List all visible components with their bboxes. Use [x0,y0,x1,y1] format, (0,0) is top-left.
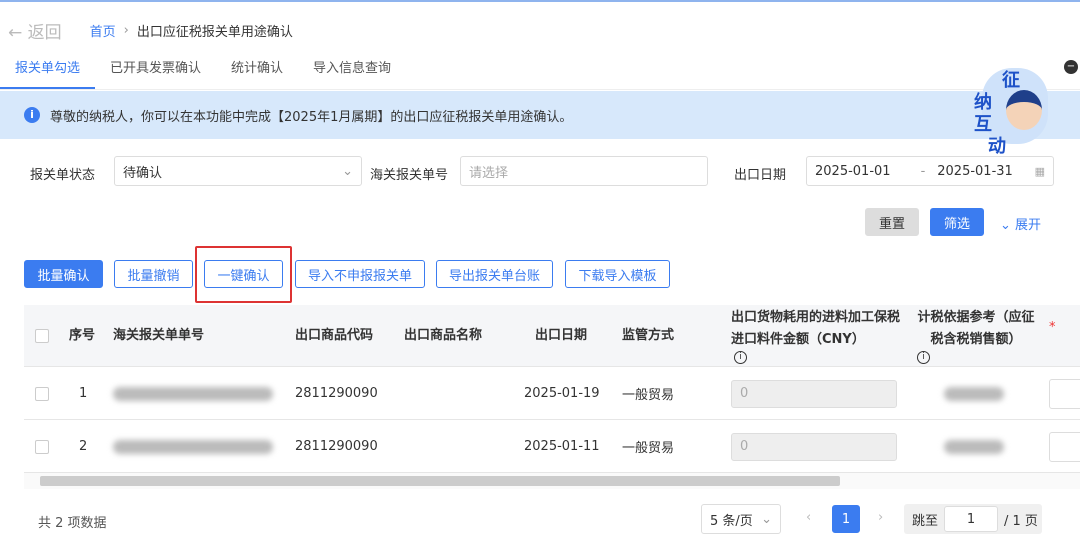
material-amount-input[interactable]: 0 [731,379,897,408]
customs-no-placeholder: 请选择 [469,165,509,181]
header-supervision: 监管方式 [622,327,675,343]
filter-button[interactable]: 筛选 [930,208,984,236]
required-input[interactable] [1049,431,1080,462]
row-index: 1 [79,386,88,401]
info-icon[interactable]: i [734,351,747,364]
tab-bar: 报关单勾选 已开具发票确认 统计确认 导入信息查询 [0,52,1080,90]
info-icon: i [24,107,40,123]
next-page-button[interactable]: › [878,510,883,525]
tab-invoice-confirm[interactable]: 已开具发票确认 [95,52,216,89]
breadcrumb-separator: › [123,23,129,38]
info-icon[interactable]: i [917,351,930,364]
header-index: 序号 [69,327,96,343]
customs-no-label: 海关报关单号 [370,168,449,183]
jump-input[interactable]: 1 [944,506,999,532]
expand-toggle[interactable]: ⌄ 展开 [1000,214,1041,233]
header-material-amount: 出口货物耗用的进料加工保税进口料件金额（CNY） [731,310,901,347]
material-amount-value: 0 [740,439,749,454]
jump-label: 跳至 [912,513,939,529]
header-goods-code: 出口商品代码 [295,327,374,343]
header-tax-basis: 计税依据参考（应征税含税销售额） [917,310,1035,347]
customs-no-redacted [113,439,273,454]
close-mascot-icon[interactable]: − [1064,60,1078,74]
total-pages: / 1 页 [1004,513,1038,529]
header-goods-name: 出口商品名称 [404,327,483,343]
tab-import-query[interactable]: 导入信息查询 [298,52,406,89]
prev-page-button[interactable]: ‹ [806,510,811,525]
reset-button[interactable]: 重置 [865,208,919,236]
select-all-checkbox[interactable] [35,328,49,343]
chevron-down-icon: ⌄ [1000,218,1016,233]
breadcrumb-home[interactable]: 首页 [90,21,116,40]
row-checkbox[interactable] [35,386,49,401]
one-click-confirm-button[interactable]: 一键确认 [204,260,283,288]
horizontal-scrollbar[interactable] [24,473,1080,489]
back-label: 返回 [27,23,62,43]
header-customs-no: 海关报关单单号 [113,327,205,343]
status-value: 待确认 [123,165,163,181]
tax-basis-redacted [944,439,1004,454]
page-1-button[interactable]: 1 [832,505,860,533]
supervision-method: 一般贸易 [622,388,675,403]
material-amount-input[interactable]: 0 [731,432,897,461]
chevron-down-icon: ⌄ [761,511,772,527]
breadcrumb-current: 出口应征税报关单用途确认 [136,25,293,40]
notice-banner: i 尊敬的纳税人，你可以在本功能中完成【2025年1月属期】的出口应征税报关单用… [0,91,1080,139]
date-start: 2025-01-01 [815,163,891,179]
status-select[interactable]: 待确认 ⌄ [114,156,362,186]
back-button[interactable]: ← 返回 [8,18,62,43]
tax-basis-redacted [944,386,1004,401]
batch-revoke-button[interactable]: 批量撤销 [114,260,193,288]
import-non-declare-button[interactable]: 导入不申报报关单 [295,260,425,288]
jump-value: 1 [966,511,976,527]
table-row: 2 2811290090 2025-01-11 一般贸易 0 [24,421,1080,473]
expand-label: 展开 [1015,218,1042,233]
row-checkbox[interactable] [35,439,49,454]
top-bar: ← 返回 首页 › 出口应征税报关单用途确认 [8,18,293,43]
export-ledger-button[interactable]: 导出报关单台账 [436,260,553,288]
date-end: 2025-01-31 [937,163,1013,179]
table-header: 序号 海关报关单单号 出口商品代码 出口商品名称 出口日期 监管方式 出口货物耗… [24,305,1080,367]
header-export-date: 出口日期 [535,327,588,343]
tab-statistics-confirm[interactable]: 统计确认 [216,52,298,89]
required-input[interactable] [1049,378,1080,409]
export-date: 2025-01-11 [524,439,600,454]
total-count: 共 2 项数据 [38,516,107,531]
status-label: 报关单状态 [30,168,96,183]
goods-code: 2811290090 [295,386,378,401]
customs-no-redacted [113,386,273,401]
batch-confirm-button[interactable]: 批量确认 [24,260,103,288]
page-size-select[interactable]: 5 条/页 ⌄ [701,504,781,534]
download-template-button[interactable]: 下载导入模板 [565,260,670,288]
chevron-down-icon: ⌄ [342,163,353,179]
material-amount-value: 0 [740,386,749,401]
mascot-logo: 征纳互动 [974,70,1020,157]
mascot-widget[interactable]: 征纳互动 [972,60,1052,157]
page-size-value: 5 条/页 [710,513,753,529]
date-label: 出口日期 [734,168,787,183]
notice-text: 尊敬的纳税人，你可以在本功能中完成【2025年1月属期】的出口应征税报关单用途确… [50,109,573,125]
goods-code: 2811290090 [295,439,378,454]
export-date: 2025-01-19 [524,386,600,401]
row-index: 2 [79,439,88,454]
calendar-icon: ▦ [1034,164,1045,178]
tab-declaration-select[interactable]: 报关单勾选 [0,52,96,89]
required-mark: * [1049,320,1056,335]
customs-no-input[interactable]: 请选择 [460,156,708,186]
scrollbar-thumb[interactable] [40,476,840,486]
table-row: 1 2811290090 2025-01-19 一般贸易 0 [24,368,1080,420]
date-range-picker[interactable]: 2025-01-01 - 2025-01-31 ▦ [806,156,1054,186]
date-separator: - [920,163,926,179]
supervision-method: 一般贸易 [622,441,675,456]
page-jumper: 跳至 1 / 1 页 [904,504,1042,534]
